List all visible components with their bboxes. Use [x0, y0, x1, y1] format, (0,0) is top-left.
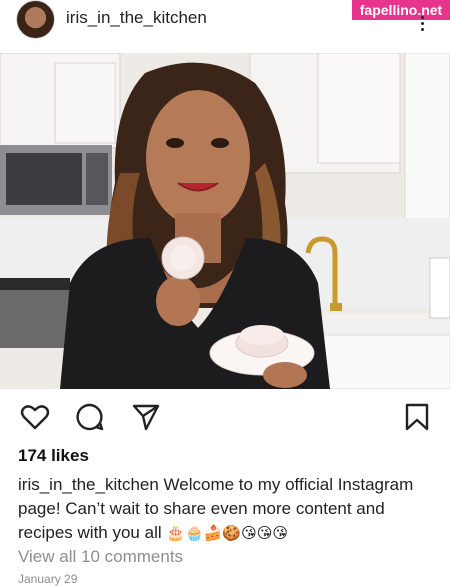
avatar[interactable] [16, 0, 55, 39]
more-vertical-icon[interactable] [419, 16, 425, 32]
caption-emojis: 🎂🧁🍰🍪😘😘😘 [166, 525, 288, 542]
post-caption: iris_in_the_kitchen Welcome to my offici… [18, 473, 438, 546]
paper-plane-icon[interactable] [131, 402, 161, 432]
username[interactable]: iris_in_the_kitchen [66, 8, 207, 28]
likes-count[interactable]: 174 likes [18, 446, 89, 466]
caption-author[interactable]: iris_in_the_kitchen [18, 475, 159, 494]
comment-bubble-icon[interactable] [75, 402, 105, 432]
heart-icon[interactable] [20, 402, 50, 432]
action-bar [0, 398, 450, 438]
view-comments-link[interactable]: View all 10 comments [18, 547, 183, 567]
kitchen-photo-illustration [0, 53, 450, 389]
post-header: iris_in_the_kitchen fapellino.net [0, 0, 450, 52]
bookmark-icon[interactable] [402, 402, 432, 432]
watermark: fapellino.net [352, 0, 450, 20]
post-photo[interactable] [0, 53, 450, 389]
